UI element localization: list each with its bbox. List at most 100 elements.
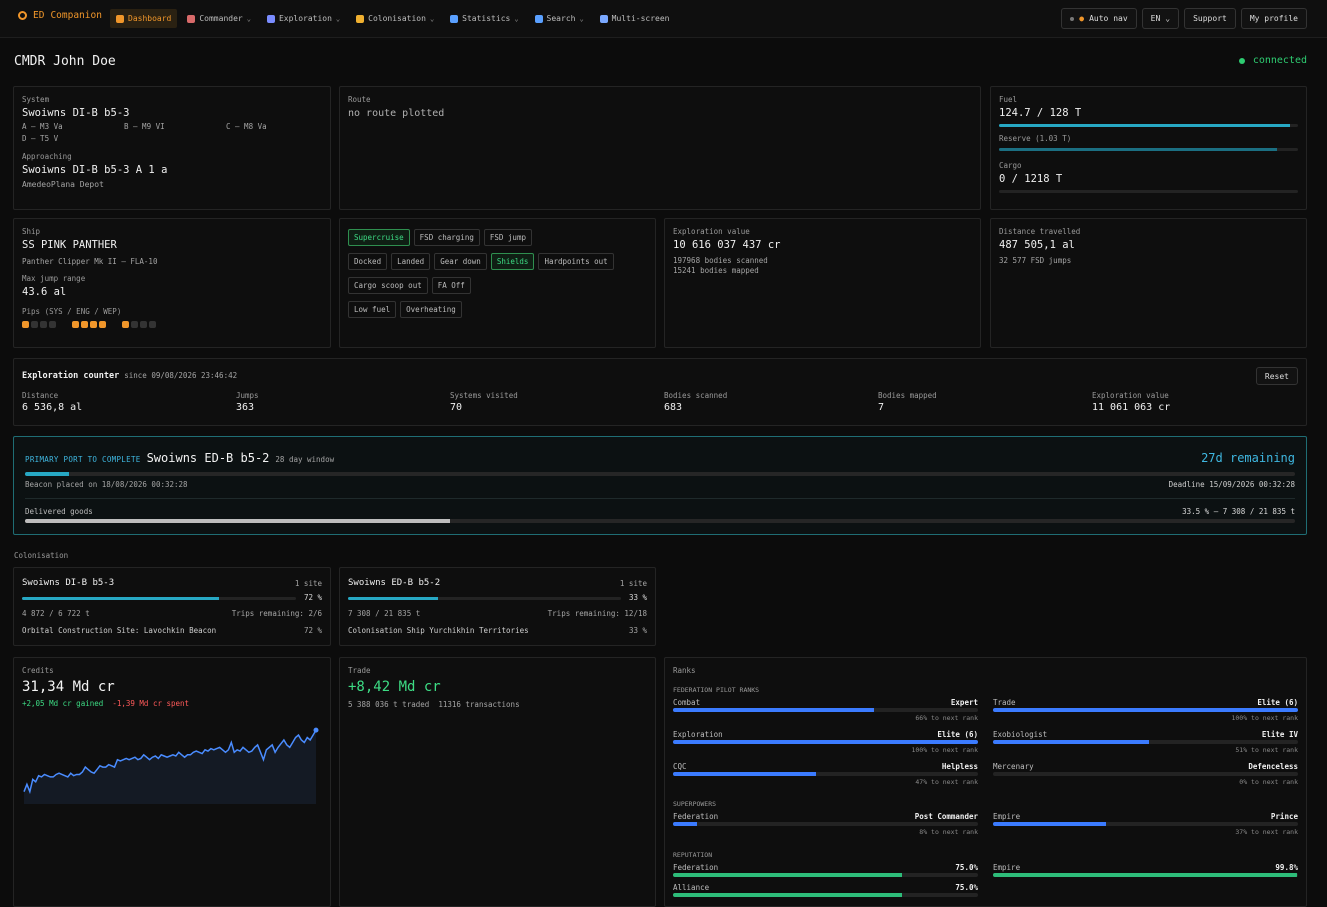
- auto-nav-label: Auto nav: [1089, 14, 1128, 23]
- nav-item-label: Statistics: [462, 14, 511, 23]
- rank-progress: 66% to next rank: [915, 714, 978, 722]
- colony-system: Swoiwns ED-B b5-2: [348, 578, 441, 588]
- rank-bar: [673, 822, 978, 826]
- nav-item-statistics[interactable]: Statistics ⌄: [444, 9, 524, 28]
- rank-bar: [993, 822, 1298, 826]
- colony-sites: 1 site: [619, 579, 647, 588]
- counter-stat: Exploration value 11 061 063 cr: [1092, 391, 1170, 413]
- rank-value: Elite (6): [937, 730, 978, 739]
- profile-button[interactable]: My profile: [1240, 8, 1307, 29]
- counter-stat-label: Jumps: [236, 391, 259, 400]
- cargo-bar: [999, 190, 1298, 193]
- auto-nav-toggle[interactable]: ● Auto nav: [1061, 8, 1137, 29]
- toggle-dot-icon: [1070, 16, 1075, 21]
- ship-card: Ship SS PINK PANTHER Panther Clipper Mk …: [13, 218, 331, 348]
- status-label: connected: [1252, 55, 1307, 66]
- rank-name: Exobiologist: [993, 730, 1048, 739]
- colony-percent: 72 %: [303, 593, 322, 602]
- rank-progress: 37% to next rank: [1235, 828, 1298, 836]
- nav-item-multi-screen[interactable]: Multi-screen: [594, 9, 676, 28]
- nav-item-colonisation[interactable]: Colonisation ⌄: [350, 9, 440, 28]
- fuel-bar: [999, 124, 1298, 127]
- colony-tons: 4 872 / 6 722 t: [22, 609, 90, 618]
- reset-button[interactable]: Reset: [1255, 367, 1298, 385]
- nav-item-exploration[interactable]: Exploration ⌄: [261, 9, 346, 28]
- pip-group: [72, 321, 108, 330]
- tons-traded: 5 388 036 t traded: [348, 700, 430, 709]
- rank-bar-fill: [673, 873, 902, 877]
- cargo-label: Cargo: [999, 161, 1022, 170]
- nav-item-commander[interactable]: Commander ⌄: [181, 9, 257, 28]
- colonisation-card[interactable]: Swoiwns DI-B b5-3 1 site 72 % 4 872 / 6 722…: [13, 567, 331, 646]
- counter-stat-value: 363: [236, 402, 255, 413]
- distance-value: 487 505,1 al: [999, 239, 1075, 251]
- rank-bar-fill: [993, 822, 1106, 826]
- counter-stat: Systems visited 70: [450, 391, 518, 413]
- colony-progress-bar: [348, 597, 621, 600]
- rank-section-label: REPUTATION: [673, 851, 713, 859]
- ship-label: Ship: [22, 227, 41, 236]
- rank-bar: [673, 772, 978, 776]
- cargo-value: 0 / 1218 T: [999, 173, 1063, 185]
- rank-progress: 8% to next rank: [919, 828, 978, 836]
- rank-bar: [993, 873, 1298, 877]
- system-name: Swoiwns DI-B b5-3: [22, 107, 130, 119]
- rank-bar-fill: [993, 708, 1298, 712]
- support-button[interactable]: Support: [1184, 8, 1236, 29]
- rank-value: Expert: [950, 698, 978, 707]
- nav-item-icon: [356, 14, 365, 23]
- colony-site-name: Orbital Construction Site: Lavochkin Bea…: [22, 626, 217, 635]
- fuel-label: Fuel: [999, 95, 1018, 104]
- transactions-count: 11316 transactions: [438, 700, 520, 709]
- rank-bar-fill: [993, 873, 1298, 877]
- pip-group: [22, 321, 58, 330]
- colony-site-percent: 72 %: [303, 626, 322, 635]
- star-entry: B – M9 VI: [124, 122, 165, 131]
- language-select[interactable]: EN ⌄: [1141, 8, 1180, 29]
- goods-label: Delivered goods: [25, 507, 93, 516]
- connection-status: connected: [1238, 55, 1307, 66]
- rank-bar: [673, 708, 978, 712]
- status-flags-card: Supercruise FSD charging FSD jump Docked Lan…: [339, 218, 656, 348]
- nav-item-label: Search: [546, 14, 576, 23]
- colonisation-card[interactable]: Swoiwns ED-B b5-2 1 site 33 % 7 308 / 21 83…: [339, 567, 656, 646]
- nav-item-label: Exploration: [278, 14, 332, 23]
- nav-item-dashboard[interactable]: Dashboard: [110, 9, 178, 28]
- nav-right: ● Auto nav EN ⌄ Support My profile: [1061, 8, 1307, 29]
- counter-stat: Bodies mapped 7: [878, 391, 937, 413]
- ranks-card: Ranks FEDERATION PILOT RANKS Combat Expert…: [664, 657, 1307, 907]
- route-card: Route no route plotted: [339, 86, 981, 210]
- flag-hardpoints-out: Hardpoints out: [538, 253, 614, 270]
- credits-card: Credits 31,34 Md cr +2,05 Md cr gained -…: [13, 657, 331, 907]
- counter-stat-label: Systems visited: [450, 391, 518, 400]
- fsd-jumps: 32 577 FSD jumps: [999, 256, 1072, 265]
- nav-item-label: Multi-screen: [611, 14, 670, 23]
- pip-icon: [99, 321, 106, 328]
- rank-name: Combat: [673, 698, 701, 707]
- nav-item-search[interactable]: Search ⌄: [529, 9, 590, 28]
- pip-icon: [149, 321, 156, 328]
- ship-name: SS PINK PANTHER: [22, 239, 117, 251]
- credits-delta: +2,05 Md cr gained -1,39 Md cr spent: [22, 699, 322, 708]
- status-dot-icon: [1238, 57, 1245, 64]
- brand-logo[interactable]: ED Companion: [18, 10, 102, 21]
- credits-gained: +2,05 Md cr gained: [22, 699, 104, 708]
- top-nav: ED Companion Dashboard Commander ⌄ Explorati…: [0, 0, 1327, 38]
- rank-bar: [673, 893, 978, 897]
- pip-icon: [72, 321, 79, 328]
- counter-stat-value: 6 536,8 al: [22, 402, 83, 413]
- counter-stat-label: Exploration value: [1092, 391, 1169, 400]
- reserve-bar: [999, 148, 1298, 151]
- rank-name: Federation: [673, 863, 719, 872]
- colonisation-label: Colonisation: [14, 551, 69, 560]
- colony-system: Swoiwns DI-B b5-3: [22, 578, 115, 588]
- language-value: EN: [1150, 14, 1161, 23]
- rank-value: Elite (6): [1257, 698, 1298, 707]
- pip-icon: [40, 321, 47, 328]
- station-name: AmedeoPlana Depot: [22, 180, 104, 189]
- approach-body: Swoiwns DI-B b5-3 A 1 a: [22, 164, 168, 176]
- system-card: System Swoiwns DI-B b5-3 A – M3 Va B – M9…: [13, 86, 331, 210]
- approach-label: Approaching: [22, 152, 72, 161]
- pip-icon: [90, 321, 97, 328]
- pip-icon: [22, 321, 29, 328]
